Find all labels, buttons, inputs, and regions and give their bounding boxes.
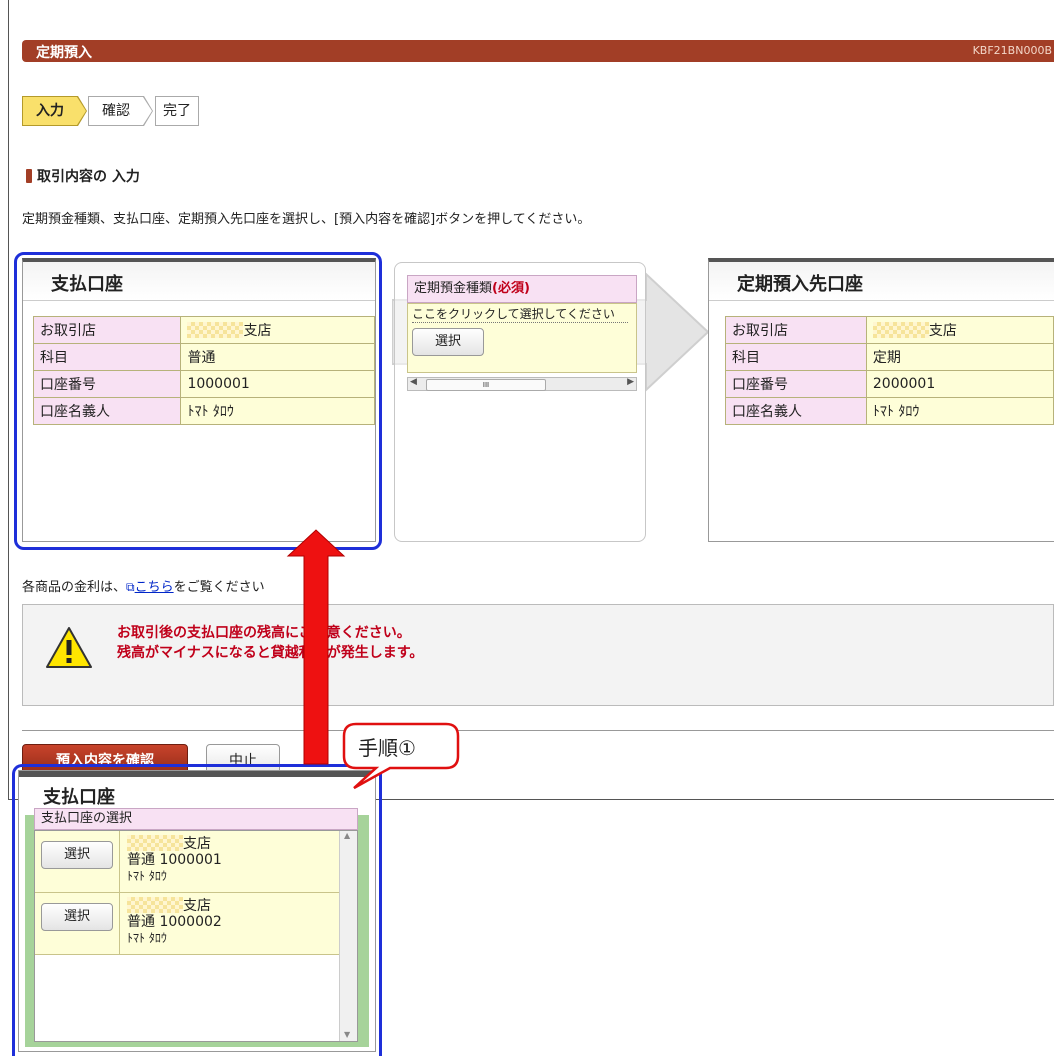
account-holder-label: 口座名義人	[725, 397, 867, 425]
step-arrow-icon	[77, 97, 86, 125]
subject-value: 定期	[865, 343, 1054, 371]
table-row: お取引店 支店	[725, 316, 1054, 344]
section-heading: 取引内容の 入力	[26, 166, 140, 186]
warning-line-1: お取引後の支払口座の残高にご注意ください。	[117, 625, 411, 641]
step-complete: 完了	[155, 96, 199, 126]
scroll-right-icon[interactable]: ▶	[627, 377, 634, 387]
branch-value: 支店	[865, 316, 1054, 344]
deposit-type-label-box: 定期預金種類(必須)	[407, 275, 637, 303]
scroll-thumb[interactable]: III	[426, 379, 546, 391]
interest-rate-note: 各商品の金利は、⧉こちらをご覧ください	[22, 580, 265, 595]
highlight-payment-account	[14, 252, 382, 550]
table-row: 口座番号 2000001	[725, 370, 1054, 398]
account-number-value: 2000001	[865, 370, 1054, 398]
deposit-type-panel: 定期預金種類(必須) ここをクリックして選択してください 選択 ◀ III ▶	[394, 262, 646, 542]
horizontal-scrollbar[interactable]: ◀ III ▶	[407, 377, 637, 391]
instruction-text: 定期預金種類、支払口座、定期預入先口座を選択し、[預入内容を確認]ボタンを押して…	[22, 212, 591, 227]
step-input: 入力	[22, 96, 78, 126]
deposit-account-table: お取引店 支店 科目 定期 口座番号 2000001 口座名義人 ﾄﾏﾄ ﾀﾛｳ	[725, 316, 1054, 425]
rate-link[interactable]: こちら	[135, 580, 174, 595]
screen-code: KBF21BN000B	[972, 44, 1052, 57]
warning-icon	[46, 627, 92, 668]
deposit-type-select-button[interactable]: 選択	[412, 328, 484, 356]
warning-box: お取引後の支払口座の残高にご注意ください。 残高がマイナスになると貸越利息が発生…	[22, 604, 1054, 706]
step-confirm: 確認	[88, 96, 144, 126]
divider	[22, 730, 1054, 731]
required-badge: (必須)	[492, 281, 530, 296]
deposit-type-placeholder[interactable]: ここをクリックして選択してください	[412, 306, 628, 323]
warning-line-2: 残高がマイナスになると貸越利息が発生します。	[117, 645, 424, 661]
masked-branch-name	[872, 322, 929, 338]
scroll-left-icon[interactable]: ◀	[410, 377, 417, 387]
table-row: 科目 定期	[725, 343, 1054, 371]
account-holder-value: ﾄﾏﾄ ﾀﾛｳ	[865, 397, 1054, 425]
callout-text: 手順①	[358, 736, 416, 760]
table-row: 口座名義人 ﾄﾏﾄ ﾀﾛｳ	[725, 397, 1054, 425]
red-double-arrow-icon	[286, 529, 346, 765]
title-bar: 定期預入 KBF21BN000B	[22, 40, 1054, 62]
deposit-type-select-area[interactable]: ここをクリックして選択してください 選択	[407, 303, 637, 373]
page-title: 定期預入	[36, 45, 92, 61]
section-title: 取引内容の 入力	[37, 169, 140, 185]
branch-label: お取引店	[725, 316, 867, 344]
deposit-account-title: 定期預入先口座	[737, 274, 863, 295]
step-arrow-icon	[143, 97, 152, 125]
highlight-popup	[12, 764, 382, 1056]
deposit-account-panel: 定期預入先口座 お取引店 支店 科目 定期 口座番号 2000001 口座名義人 ﾄﾏﾄ…	[708, 258, 1054, 542]
external-window-icon[interactable]: ⧉	[126, 580, 135, 594]
section-marker-icon	[26, 169, 32, 183]
account-number-label: 口座番号	[725, 370, 867, 398]
deposit-type-label: 定期預金種類	[414, 281, 493, 296]
warning-message: お取引後の支払口座の残高にご注意ください。 残高がマイナスになると貸越利息が発生…	[117, 623, 423, 663]
subject-label: 科目	[725, 343, 867, 371]
